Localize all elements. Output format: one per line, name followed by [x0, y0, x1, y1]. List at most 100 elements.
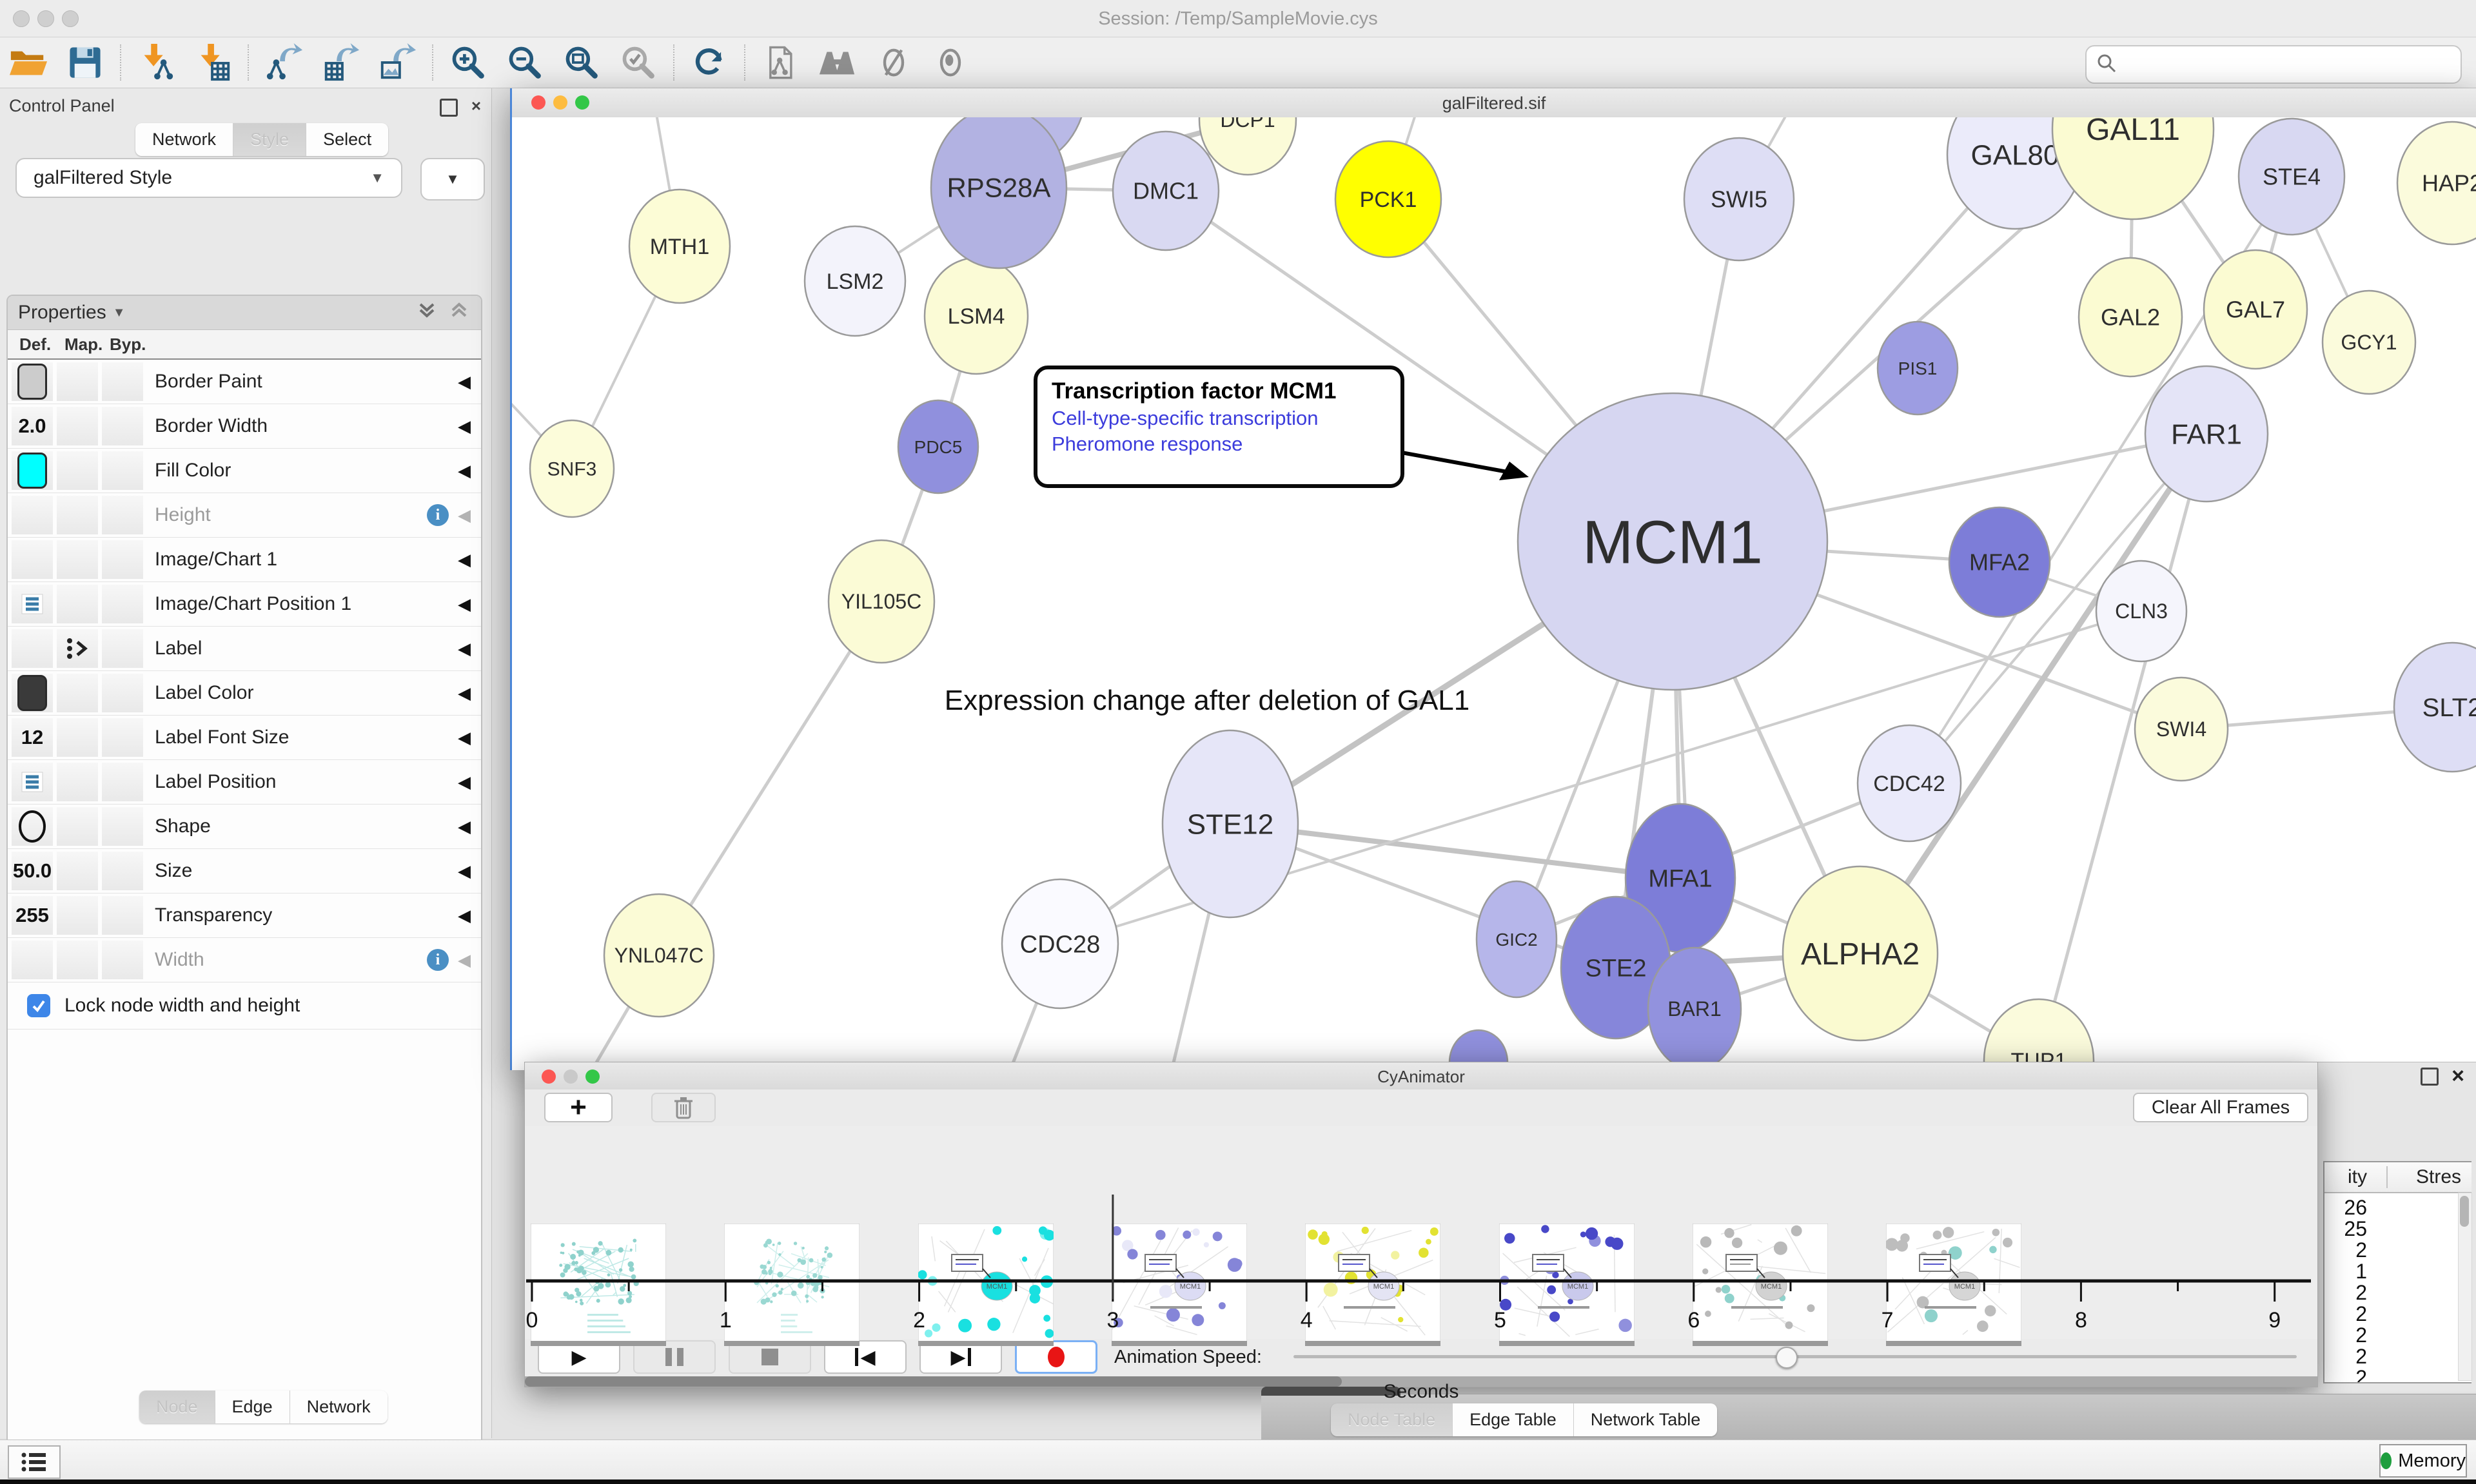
expand-row-icon[interactable]: ◀ — [458, 639, 471, 659]
def-cell[interactable]: 255 — [12, 896, 53, 935]
import-table-icon[interactable] — [192, 43, 234, 83]
table-cell[interactable]: 2 — [2324, 1282, 2367, 1303]
def-cell[interactable] — [12, 629, 53, 668]
expand-row-icon[interactable]: ◀ — [458, 950, 471, 970]
def-cell[interactable] — [12, 496, 53, 534]
table-cell[interactable]: 26 — [2324, 1197, 2367, 1218]
annotation-box[interactable]: Transcription factor MCM1 Cell-type-spec… — [1034, 366, 1404, 488]
tab-network-table[interactable]: Network Table — [1574, 1403, 1718, 1436]
export-table-icon[interactable] — [319, 43, 362, 83]
network-window-titlebar[interactable]: galFiltered.sif — [512, 88, 2476, 118]
byp-cell[interactable] — [102, 896, 143, 935]
refresh-layout-icon[interactable] — [688, 43, 731, 83]
property-row-width[interactable]: Widthi◀ — [8, 938, 481, 982]
session-doc-icon[interactable] — [759, 43, 801, 83]
map-cell[interactable] — [57, 629, 98, 668]
expand-row-icon[interactable]: ◀ — [458, 683, 471, 703]
open-folder-icon[interactable] — [7, 43, 50, 83]
property-row-label[interactable]: Label◀ — [8, 627, 481, 671]
property-row-fill-color[interactable]: Fill Color◀ — [8, 449, 481, 493]
property-row-image-chart-position-1[interactable]: Image/Chart Position 1◀ — [8, 582, 481, 627]
tab-edge[interactable]: Edge — [215, 1391, 290, 1423]
def-cell[interactable] — [12, 674, 53, 712]
byp-cell[interactable] — [102, 585, 143, 623]
binoculars-icon[interactable] — [816, 43, 858, 83]
tab-edge-table[interactable]: Edge Table — [1453, 1403, 1574, 1436]
frame-thumbnail-4[interactable]: MCM1 — [1305, 1224, 1440, 1346]
property-row-label-color[interactable]: Label Color◀ — [8, 671, 481, 716]
expand-row-icon[interactable]: ◀ — [458, 505, 471, 525]
export-image-icon[interactable] — [376, 43, 418, 83]
table-cell[interactable]: 2 — [2324, 1303, 2367, 1325]
expand-row-icon[interactable]: ◀ — [458, 594, 471, 614]
map-cell[interactable] — [57, 407, 98, 445]
zoom-fit-icon[interactable] — [560, 43, 603, 83]
frame-thumbnail-3[interactable]: MCM1 — [1112, 1224, 1247, 1346]
frame-thumbnail-2[interactable]: MCM1 — [918, 1224, 1054, 1346]
property-row-border-width[interactable]: 2.0Border Width◀ — [8, 404, 481, 449]
canvas-caption[interactable]: Expression change after deletion of GAL1 — [898, 685, 1517, 717]
table-cell[interactable]: 2 — [2324, 1240, 2367, 1261]
def-cell[interactable]: 2.0 — [12, 407, 53, 445]
def-cell[interactable] — [12, 585, 53, 623]
network-canvas[interactable]: MTH1LSM2LSM4RPS28ADMC1DCP1PCK1SWI5GAL80G… — [512, 117, 2476, 1070]
expand-row-icon[interactable]: ◀ — [458, 461, 471, 481]
float-panel-icon[interactable] — [2421, 1068, 2439, 1086]
float-panel-icon[interactable] — [440, 99, 458, 117]
byp-cell[interactable] — [102, 763, 143, 801]
frame-thumbnail-0[interactable] — [531, 1224, 666, 1346]
expand-row-icon[interactable]: ◀ — [458, 817, 471, 837]
cyanimator-titlebar[interactable]: CyAnimator — [525, 1062, 2317, 1090]
map-cell[interactable] — [57, 852, 98, 890]
import-network-icon[interactable] — [135, 43, 177, 83]
frame-thumbnail-5[interactable]: MCM1 — [1499, 1224, 1635, 1346]
property-row-label-font-size[interactable]: 12Label Font Size◀ — [8, 716, 481, 760]
byp-cell[interactable] — [102, 496, 143, 534]
property-row-border-paint[interactable]: Border Paint◀ — [8, 360, 481, 404]
map-cell[interactable] — [57, 362, 98, 401]
column-header[interactable]: ity — [2324, 1166, 2367, 1188]
def-cell[interactable] — [12, 807, 53, 846]
task-history-button[interactable] — [8, 1445, 61, 1479]
clear-all-frames-button[interactable]: Clear All Frames — [2133, 1093, 2308, 1122]
def-cell[interactable] — [12, 941, 53, 979]
def-cell[interactable] — [12, 540, 53, 579]
def-cell[interactable] — [12, 763, 53, 801]
expand-row-icon[interactable]: ◀ — [458, 772, 471, 792]
zoom-selected-icon[interactable] — [617, 43, 660, 83]
close-panel-icon[interactable]: × — [2451, 1064, 2464, 1089]
table-cell[interactable]: 1 — [2324, 1261, 2367, 1282]
byp-cell[interactable] — [102, 852, 143, 890]
column-header[interactable]: Stres — [2416, 1166, 2461, 1188]
expand-row-icon[interactable]: ◀ — [458, 728, 471, 748]
close-panel-icon[interactable]: × — [471, 97, 481, 114]
map-cell[interactable] — [57, 896, 98, 935]
byp-cell[interactable] — [102, 451, 143, 490]
map-cell[interactable] — [57, 807, 98, 846]
map-cell[interactable] — [57, 763, 98, 801]
style-options-button[interactable]: ▼ — [420, 158, 485, 200]
table-cell[interactable]: 2 — [2324, 1367, 2367, 1383]
byp-cell[interactable] — [102, 407, 143, 445]
zoom-in-icon[interactable] — [447, 43, 489, 83]
collapse-all-icon[interactable] — [447, 299, 471, 326]
animation-speed-knob[interactable] — [1776, 1347, 1798, 1369]
def-cell[interactable] — [12, 362, 53, 401]
property-row-height[interactable]: Heighti◀ — [8, 493, 481, 538]
frame-thumbnail-7[interactable]: MCM1 — [1886, 1224, 2021, 1346]
annotation-link[interactable]: Pheromone response — [1052, 433, 1386, 456]
table-cell[interactable]: 25 — [2324, 1218, 2367, 1240]
property-row-image-chart-1[interactable]: Image/Chart 1◀ — [8, 538, 481, 582]
byp-cell[interactable] — [102, 718, 143, 757]
expand-row-icon[interactable]: ◀ — [458, 416, 471, 436]
annotation-link[interactable]: Cell-type-specific transcription — [1052, 407, 1386, 430]
edge[interactable] — [659, 601, 881, 955]
lock-size-checkbox[interactable] — [27, 994, 50, 1017]
map-cell[interactable] — [57, 941, 98, 979]
def-cell[interactable]: 50.0 — [12, 852, 53, 890]
property-row-label-position[interactable]: Label Position◀ — [8, 760, 481, 805]
search-input[interactable] — [2127, 54, 2461, 75]
zoom-out-icon[interactable] — [504, 43, 546, 83]
add-frame-button[interactable]: + — [544, 1093, 613, 1122]
def-cell[interactable]: 12 — [12, 718, 53, 757]
